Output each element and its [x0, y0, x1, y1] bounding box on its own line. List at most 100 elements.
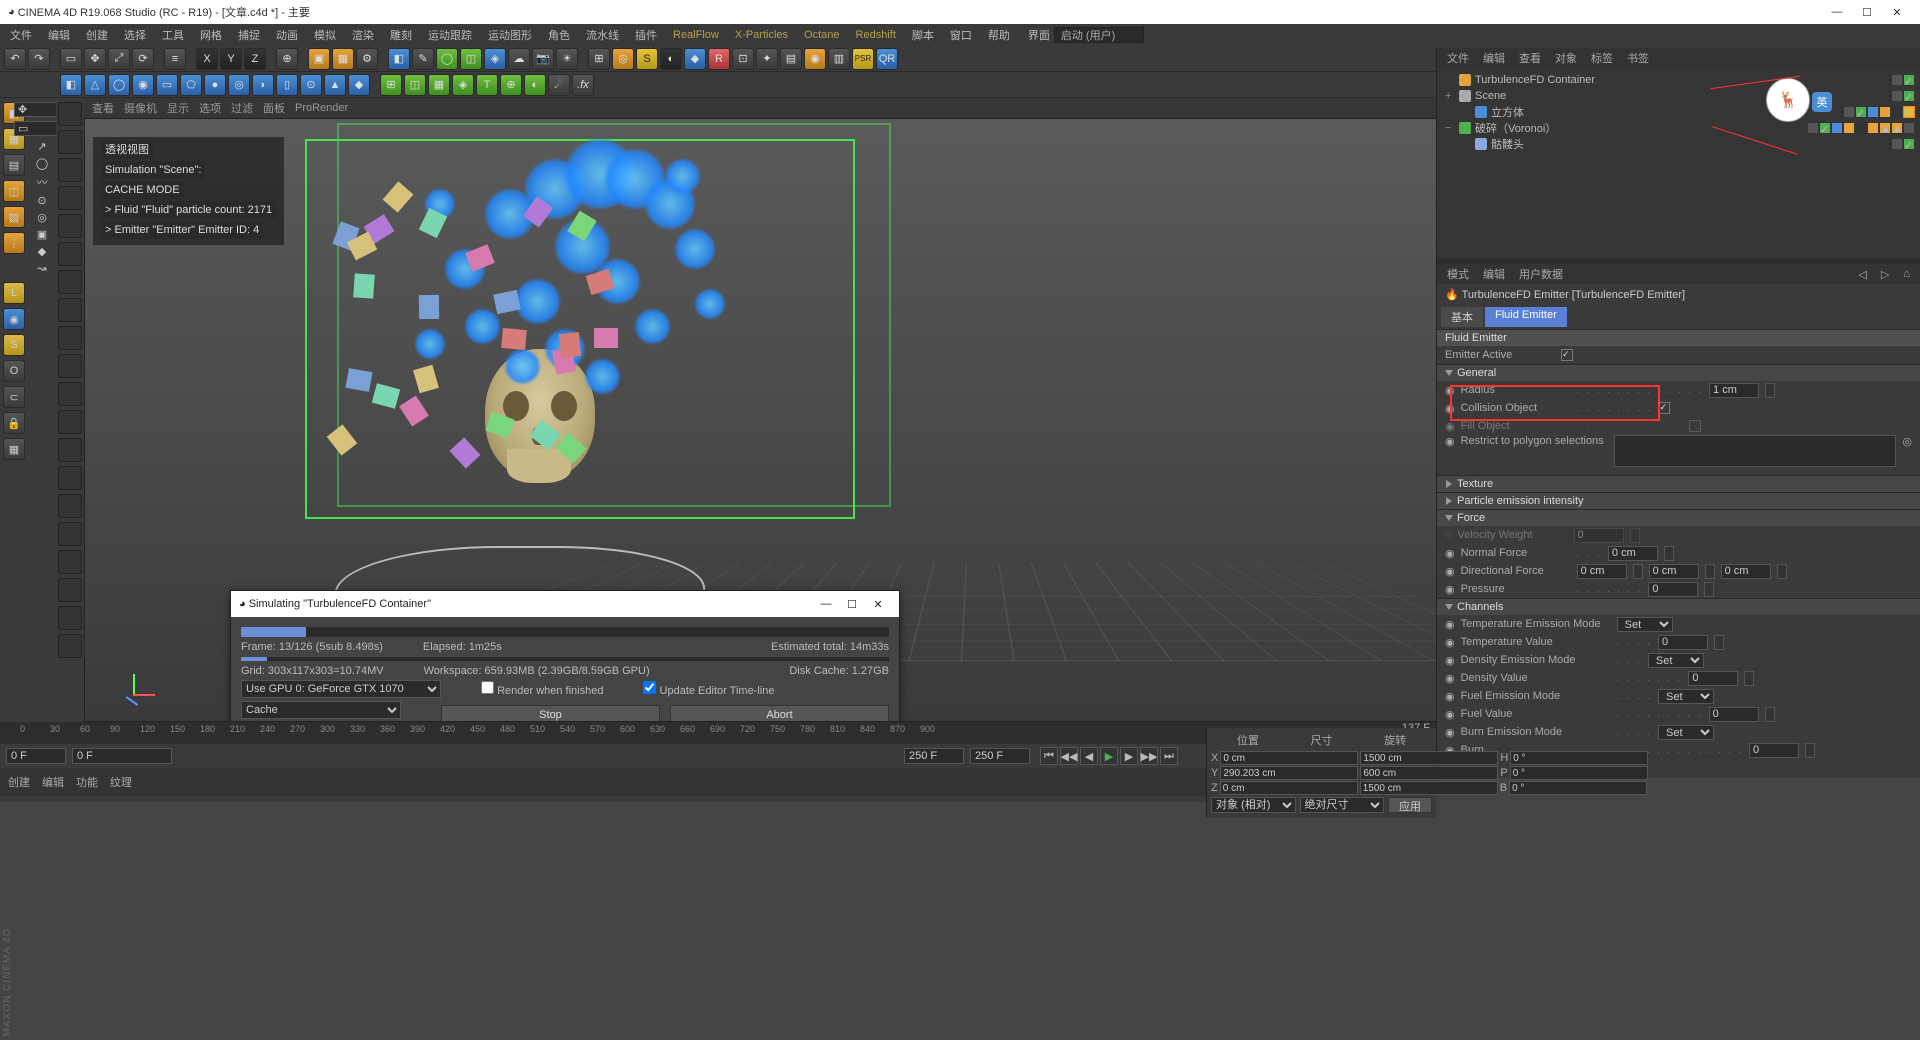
shelf-icon[interactable] [58, 326, 82, 350]
menu-help[interactable]: 帮助 [982, 25, 1016, 45]
menu-select[interactable]: 选择 [118, 25, 152, 45]
shelf-icon[interactable] [58, 298, 82, 322]
burn-mode-select[interactable]: Set [1658, 725, 1714, 740]
lasso-tool-icon[interactable]: ◯ [36, 157, 48, 170]
coord-size-select[interactable]: 绝对尺寸 [1300, 797, 1385, 813]
snap-o-icon[interactable]: O [3, 360, 25, 382]
gen-e-icon[interactable]: ⊕ [500, 74, 522, 96]
sim-timeline-checkbox[interactable]: Update Editor Time-line [643, 681, 774, 697]
prim-cyl-icon[interactable]: ◯ [108, 74, 130, 96]
sim-abort-button[interactable]: Abort [670, 705, 889, 722]
prim-pyramid-icon[interactable]: ▲ [324, 74, 346, 96]
spinner-icon[interactable] [1714, 635, 1724, 650]
dialog-min-button[interactable]: — [813, 598, 839, 610]
spinner-icon[interactable] [1805, 743, 1815, 758]
vp-menu-view[interactable]: 查看 [92, 100, 114, 116]
prim-capsule-icon[interactable]: ◗ [252, 74, 274, 96]
move-icon[interactable]: ✥ [84, 48, 106, 70]
object-row[interactable]: −破碎（Voronoi）✓▲▲ [1439, 120, 1918, 136]
object-row[interactable]: TurbulenceFD Container✓ [1439, 72, 1918, 88]
radius-input[interactable] [1709, 383, 1759, 398]
menu-mesh[interactable]: 网格 [194, 25, 228, 45]
next-key-icon[interactable]: ▶▶ [1140, 747, 1158, 765]
dens-mode-select[interactable]: Set [1648, 653, 1704, 668]
shelf-icon[interactable] [58, 214, 82, 238]
section-force[interactable]: Force [1437, 509, 1920, 526]
plugin-c-icon[interactable]: ✦ [756, 48, 778, 70]
menu-track[interactable]: 运动跟踪 [422, 25, 478, 45]
next-frame-icon[interactable]: ▶ [1120, 747, 1138, 765]
gen-b-icon[interactable]: ◫ [404, 74, 426, 96]
target-icon[interactable]: ◎ [1902, 435, 1912, 448]
goto-start-icon[interactable]: ⏮ [1040, 747, 1058, 765]
attr-menu[interactable]: 用户数据 [1519, 266, 1563, 282]
poly-mode-icon[interactable]: ▨ [3, 206, 25, 228]
sim-gpu-select[interactable]: Use GPU 0: GeForce GTX 1070 [241, 680, 441, 698]
psr-icon[interactable]: PSR [852, 48, 874, 70]
frame-end-input[interactable] [904, 748, 964, 764]
collision-checkbox[interactable] [1658, 402, 1670, 414]
prim-platonic-icon[interactable]: ◆ [348, 74, 370, 96]
shelf-icon[interactable] [58, 606, 82, 630]
vp-menu-options[interactable]: 选项 [199, 100, 221, 116]
menu-edit[interactable]: 编辑 [42, 25, 76, 45]
menu-pipeline[interactable]: 流水线 [580, 25, 625, 45]
menu-xparticles[interactable]: X-Particles [729, 27, 794, 43]
shelf-icon[interactable] [58, 494, 82, 518]
menu-char[interactable]: 角色 [542, 25, 576, 45]
qr-icon[interactable]: QR [876, 48, 898, 70]
object-row[interactable]: 立方体✓ [1439, 104, 1918, 120]
gen-c-icon[interactable]: ▦ [428, 74, 450, 96]
menu-anim[interactable]: 动画 [270, 25, 304, 45]
generator-icon[interactable]: ◫ [460, 48, 482, 70]
menu-octane[interactable]: Octane [798, 27, 845, 43]
rot-b-input[interactable] [1509, 781, 1647, 795]
shelf-icon[interactable] [58, 634, 82, 658]
obj-menu[interactable]: 文件 [1447, 50, 1469, 66]
env-icon[interactable]: ☁ [508, 48, 530, 70]
obj-menu[interactable]: 对象 [1555, 50, 1577, 66]
mat-menu[interactable]: 纹理 [110, 774, 132, 790]
frame-current-input[interactable] [72, 748, 172, 764]
outline-tool-icon[interactable]: ▣ [37, 228, 47, 241]
tab-fluid-emitter[interactable]: Fluid Emitter [1485, 307, 1567, 327]
plugin-d-icon[interactable]: ▤ [780, 48, 802, 70]
plugin-e-icon[interactable]: ◉ [804, 48, 826, 70]
attr-menu[interactable]: 模式 [1447, 266, 1469, 282]
rot-p-input[interactable] [1510, 766, 1648, 780]
obj-menu[interactable]: 书签 [1627, 50, 1649, 66]
edge-mode-icon[interactable]: ◫ [3, 180, 25, 202]
rotate-icon[interactable]: ⟳ [132, 48, 154, 70]
section-general[interactable]: General [1437, 364, 1920, 381]
tab-basic[interactable]: 基本 [1441, 307, 1483, 327]
prim-tank-icon[interactable]: ▯ [276, 74, 298, 96]
layout-selector[interactable] [1054, 27, 1144, 43]
prim-plane-icon[interactable]: ▭ [156, 74, 178, 96]
gen-text-icon[interactable]: T [476, 74, 498, 96]
obj-menu[interactable]: 标签 [1591, 50, 1613, 66]
mat-menu[interactable]: 创建 [8, 774, 30, 790]
shelf-icon[interactable] [58, 466, 82, 490]
shelf-icon[interactable] [58, 158, 82, 182]
gen-a-icon[interactable]: ⊞ [380, 74, 402, 96]
section-intensity[interactable]: Particle emission intensity [1437, 492, 1920, 509]
render-region-icon[interactable]: ▦ [332, 48, 354, 70]
select-icon[interactable]: ▭ [60, 48, 82, 70]
path-tool-icon[interactable]: ↝ [37, 262, 46, 275]
minimize-button[interactable]: — [1822, 6, 1852, 18]
light-icon[interactable]: ☀ [556, 48, 578, 70]
velocity-input[interactable] [1574, 528, 1624, 543]
vp-menu-prorender[interactable]: ProRender [295, 102, 348, 114]
spinner-icon[interactable] [1744, 671, 1754, 686]
close-button[interactable]: ✕ [1882, 6, 1912, 19]
prim-torus-icon[interactable]: ◎ [228, 74, 250, 96]
spinner-icon[interactable] [1777, 564, 1787, 579]
shelf-icon[interactable] [58, 550, 82, 574]
attr-nav-icon[interactable]: ▷ [1881, 268, 1889, 281]
spinner-icon[interactable] [1704, 582, 1714, 597]
menu-sim[interactable]: 模拟 [308, 25, 342, 45]
xpresso-icon[interactable]: ⊞ [588, 48, 610, 70]
snap-s-icon[interactable]: S [3, 334, 25, 356]
scale-icon[interactable]: ⤢ [108, 48, 130, 70]
loop-tool-icon[interactable]: ⊙ [37, 194, 46, 207]
